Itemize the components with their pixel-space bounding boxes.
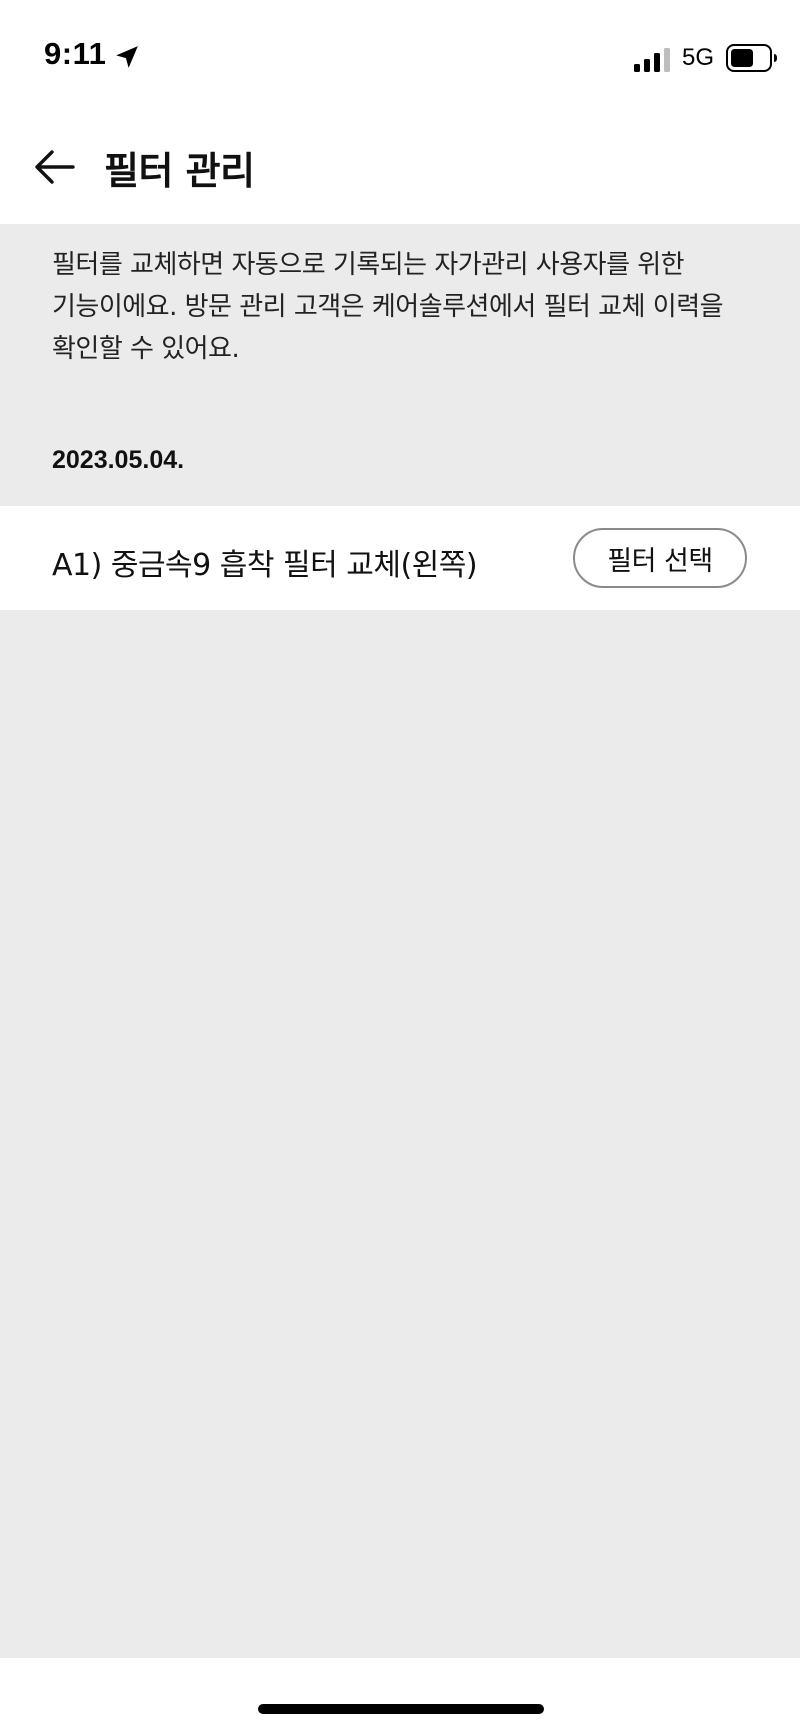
page-title: 필터 관리 <box>104 149 255 193</box>
info-description: 필터를 교체하면 자동으로 기록되는 자가관리 사용자를 위한 기능이에요. 방… <box>52 250 724 364</box>
back-button[interactable] <box>30 143 80 191</box>
location-arrow-icon <box>116 46 138 68</box>
bottom-bar <box>0 1658 800 1732</box>
content-area <box>0 610 800 1658</box>
filter-row: A1) 중금속9 흡착 필터 교체(왼쪽) 필터 선택 <box>0 506 800 610</box>
app-header: 필터 관리 <box>0 110 800 224</box>
status-time: 9:11 <box>44 36 107 71</box>
status-bar: 9:11 5G <box>0 0 800 110</box>
date-label: 2023.05.04. <box>52 446 185 474</box>
filter-select-button[interactable]: 필터 선택 <box>573 528 747 588</box>
back-arrow-icon <box>35 150 75 184</box>
signal-icon <box>634 48 670 72</box>
network-type: 5G <box>682 44 715 71</box>
info-section: 필터를 교체하면 자동으로 기록되는 자가관리 사용자를 위한 기능이에요. 방… <box>0 224 800 506</box>
filter-name: A1) 중금속9 흡착 필터 교체(왼쪽) <box>52 548 478 583</box>
battery-icon <box>726 44 777 72</box>
home-indicator[interactable] <box>258 1704 544 1714</box>
